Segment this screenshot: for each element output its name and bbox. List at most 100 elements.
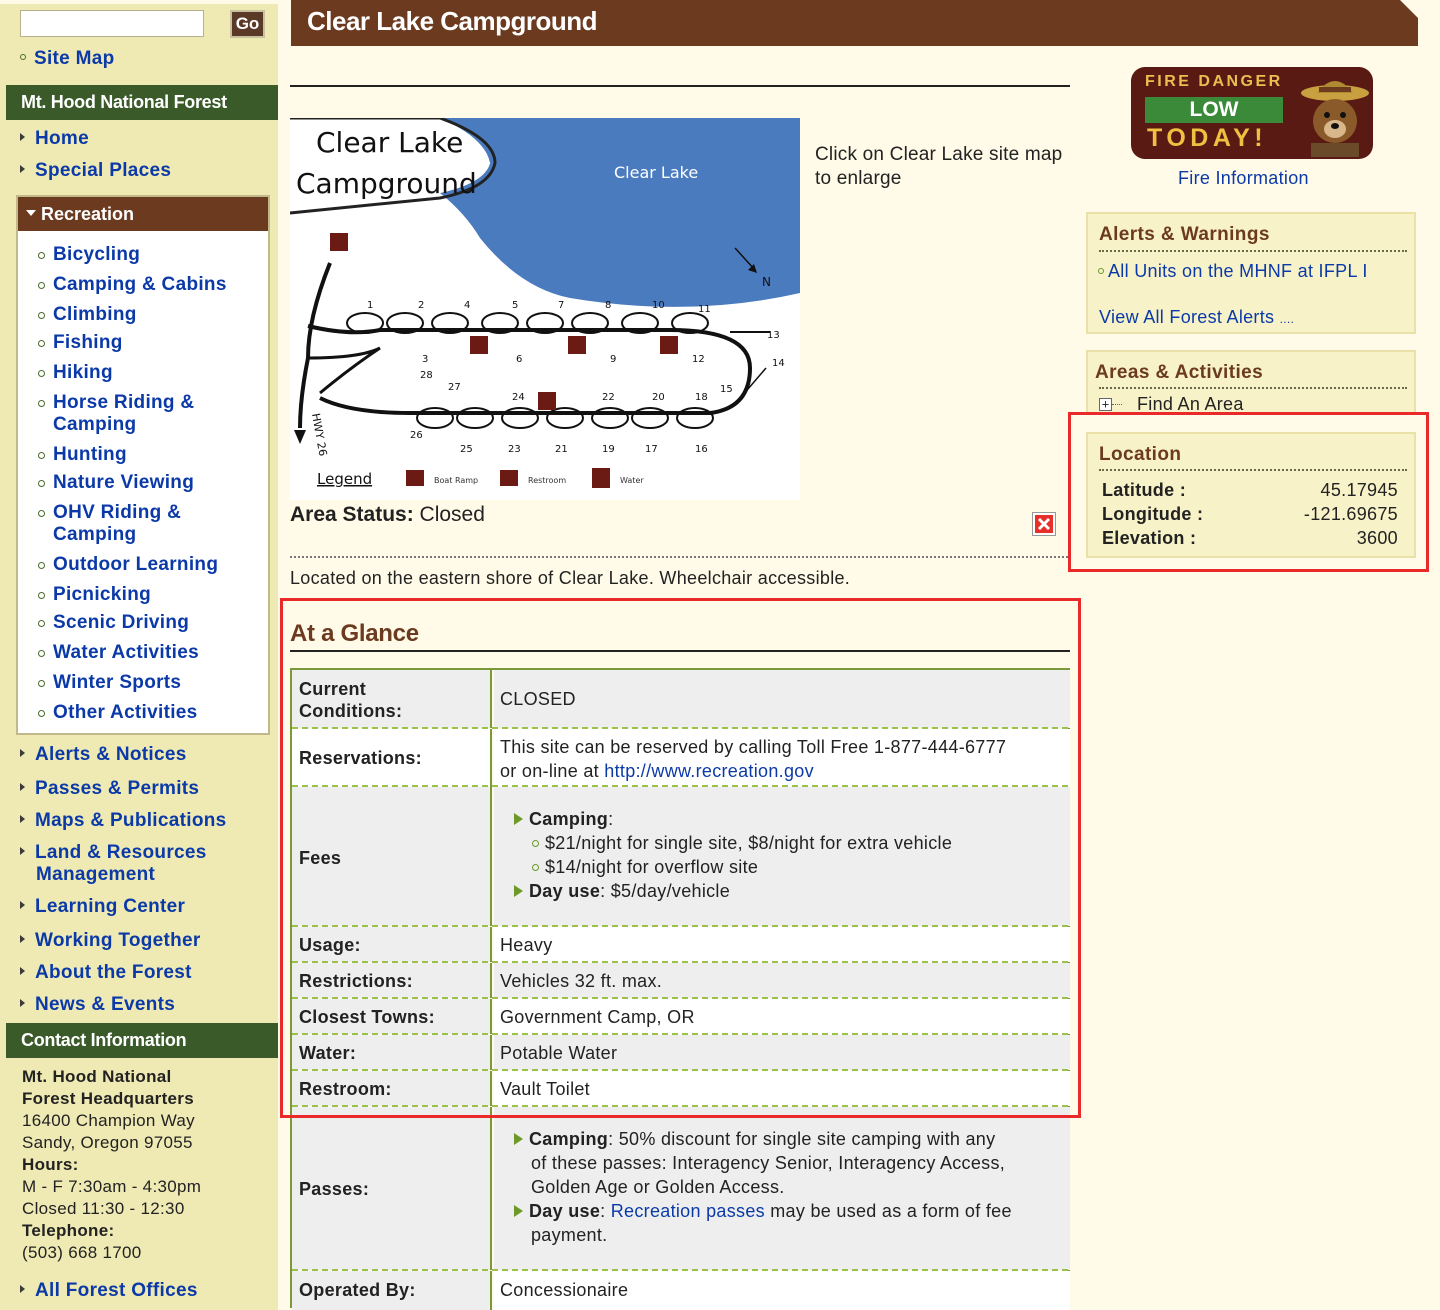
forest-header: Mt. Hood National Forest [6, 85, 278, 120]
sidebar-item-all-offices[interactable]: All Forest Offices [20, 1280, 198, 1302]
campground-description: Located on the eastern shore of Clear La… [290, 568, 851, 588]
map-site-label: 3 [422, 354, 428, 365]
recreation-item-hiking[interactable]: Hiking [38, 362, 113, 384]
map-site-label: 13 [767, 330, 780, 341]
contact-hours-label: Hours: [22, 1155, 79, 1174]
view-all-alerts-link[interactable]: View All Forest Alerts .... [1099, 307, 1294, 328]
areas-divider [1099, 387, 1407, 389]
map-site-label: 14 [772, 358, 785, 369]
recreation-item-climbing[interactable]: Climbing [38, 304, 137, 326]
expand-plus-icon[interactable]: + [1099, 398, 1112, 411]
arrow-right-icon [20, 998, 25, 1007]
recreation-item-bicycling[interactable]: Bicycling [38, 244, 140, 266]
map-road-label: HWY 26 [309, 412, 329, 457]
alert-item-link[interactable]: All Units on the MHNF at IFPL I [1098, 261, 1368, 282]
map-site-label: 26 [410, 430, 423, 441]
contact-info: Mt. Hood National Forest Headquarters 16… [22, 1066, 272, 1264]
recreation-item-ohv-riding[interactable]: OHV Riding & Camping [38, 502, 181, 546]
recreation-item-winter-sports[interactable]: Winter Sports [38, 672, 181, 694]
recreation-item-outdoor-learning[interactable]: Outdoor Learning [38, 554, 218, 576]
alerts-warnings-box: Alerts & Warnings All Units on the MHNF … [1086, 212, 1416, 334]
sidebar-item-working-together[interactable]: Working Together [20, 930, 201, 952]
contact-hours-line2: Closed 11:30 - 12:30 [22, 1199, 185, 1218]
site-map-link[interactable]: Site Map [20, 48, 115, 70]
bullet-icon [1098, 268, 1104, 275]
map-site-label: 18 [695, 392, 708, 403]
row-label: Passes: [299, 1179, 370, 1199]
contact-phone: (503) 668 1700 [22, 1243, 142, 1262]
arrow-right-icon [20, 934, 25, 943]
map-site-label: 16 [695, 444, 708, 455]
recreation-item-nature-viewing[interactable]: Nature Viewing [38, 472, 194, 494]
map-title-line1: Clear Lake [316, 126, 463, 159]
search-input[interactable] [20, 10, 204, 37]
recreation-item-horse-riding[interactable]: Horse Riding & Camping [38, 392, 194, 436]
map-legend-item: Boat Ramp [434, 476, 478, 485]
sidebar-item-alerts[interactable]: Alerts & Notices [20, 744, 187, 766]
recreation-item-other-activities[interactable]: Other Activities [38, 702, 198, 724]
map-site-label: 11 [698, 304, 711, 315]
map-legend-item: Water [620, 476, 644, 485]
chevron-down-icon [26, 210, 36, 217]
fire-danger-level: LOW [1145, 97, 1283, 123]
alerts-warnings-title: Alerts & Warnings [1099, 224, 1270, 245]
alerts-divider [1099, 250, 1407, 252]
contact-city: Sandy, Oregon 97055 [22, 1133, 193, 1152]
recreation-item-scenic-driving[interactable]: Scenic Driving [38, 612, 189, 634]
contact-header: Contact Information [6, 1023, 278, 1058]
recreation-item-fishing[interactable]: Fishing [38, 332, 123, 354]
map-site-label: 4 [464, 300, 470, 311]
recreation-menu: Recreation Bicycling Camping & Cabins Cl… [16, 195, 270, 735]
sidebar-item-passes[interactable]: Passes & Permits [20, 778, 199, 800]
bullet-icon [38, 680, 45, 687]
map-site-label: 7 [558, 300, 564, 311]
sidebar-item-special-places[interactable]: Special Places [20, 160, 171, 182]
bullet-icon [38, 620, 45, 627]
map-site-label: 15 [720, 384, 733, 395]
row-value-cell: Concessionaire [494, 1271, 1070, 1310]
contact-hours-line1: M - F 7:30am - 4:30pm [22, 1177, 202, 1196]
recreation-item-picnicking[interactable]: Picnicking [38, 584, 151, 606]
area-status-label: Area Status: [290, 503, 414, 526]
fire-danger-badge[interactable]: FIRE DANGER LOW TODAY! [1131, 67, 1373, 159]
sidebar-item-land-resources[interactable]: Land & Resources Management [20, 842, 207, 886]
map-site-label: 1 [367, 300, 373, 311]
bullet-icon [20, 53, 26, 60]
row-label: Operated By: [299, 1280, 416, 1300]
sidebar-item-home[interactable]: Home [20, 128, 89, 150]
map-title-line2: Campground [296, 167, 477, 200]
recreation-passes-link[interactable]: Recreation passes [611, 1201, 765, 1221]
recreation-item-camping-cabins[interactable]: Camping & Cabins [38, 274, 227, 296]
map-site-label: 19 [602, 444, 615, 455]
tree-connector [1112, 404, 1122, 405]
arrow-right-icon [20, 846, 25, 855]
table-row: Passes: [292, 1107, 492, 1270]
sidebar-item-maps[interactable]: Maps & Publications [20, 810, 227, 832]
sidebar-item-about-forest[interactable]: About the Forest [20, 962, 192, 984]
bullet-icon [38, 592, 45, 599]
bullet-icon [38, 252, 45, 259]
sidebar-top-strip [0, 0, 278, 4]
map-site-label: 20 [652, 392, 665, 403]
map-site-label: 24 [512, 392, 525, 403]
recreation-item-water-activities[interactable]: Water Activities [38, 642, 199, 664]
sidebar-item-news-events[interactable]: News & Events [20, 994, 175, 1016]
closed-x-icon [1032, 512, 1056, 536]
site-map-image[interactable]: Clear Lake Campground Clear Lake N 1 2 4… [290, 118, 800, 500]
bullet-icon [38, 510, 45, 517]
fire-information-link[interactable]: Fire Information [1178, 168, 1309, 189]
bullet-icon [38, 340, 45, 347]
map-site-label: 2 [418, 300, 424, 311]
table-row: Operated By: [292, 1271, 492, 1310]
recreation-header[interactable]: Recreation [18, 197, 268, 231]
more-indicator: .... [1279, 312, 1295, 326]
contact-org-line2: Forest Headquarters [22, 1089, 194, 1108]
bullet-icon [38, 710, 45, 717]
bullet-icon [38, 370, 45, 377]
search-go-button[interactable]: Go [230, 10, 265, 38]
map-site-label: 28 [420, 370, 433, 381]
arrow-right-icon [514, 1205, 523, 1218]
sidebar-item-learning-center[interactable]: Learning Center [20, 896, 185, 918]
recreation-item-hunting[interactable]: Hunting [38, 444, 127, 466]
fire-danger-today: TODAY! [1147, 124, 1268, 152]
